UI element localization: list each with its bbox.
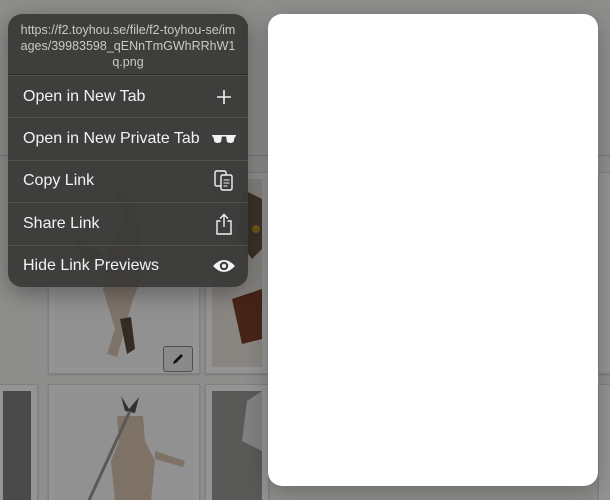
menu-item-label: Open in New Private Tab <box>23 130 200 148</box>
plus-icon <box>212 85 236 109</box>
link-url-header: https://f2.toyhou.se/file/f2-toyhou-se/i… <box>8 14 248 75</box>
copy-icon <box>212 169 236 193</box>
menu-item-open-in-new-private-tab[interactable]: Open in New Private Tab <box>8 117 248 159</box>
menu-item-label: Hide Link Previews <box>23 257 160 275</box>
menu-item-label: Open in New Tab <box>23 87 146 105</box>
link-context-menu: https://f2.toyhou.se/file/f2-toyhou-se/i… <box>8 14 248 287</box>
menu-item-copy-link[interactable]: Copy Link <box>8 159 248 202</box>
eye-icon <box>212 254 236 278</box>
menu-item-open-in-new-tab[interactable]: Open in New Tab <box>8 75 248 117</box>
menu-item-hide-link-previews[interactable]: Hide Link Previews <box>8 244 248 287</box>
private-glasses-icon <box>212 127 236 151</box>
share-icon <box>212 212 236 236</box>
menu-item-share-link[interactable]: Share Link <box>8 202 248 244</box>
link-preview-panel[interactable] <box>268 14 598 486</box>
menu-item-label: Copy Link <box>23 172 95 190</box>
menu-item-label: Share Link <box>23 214 100 232</box>
